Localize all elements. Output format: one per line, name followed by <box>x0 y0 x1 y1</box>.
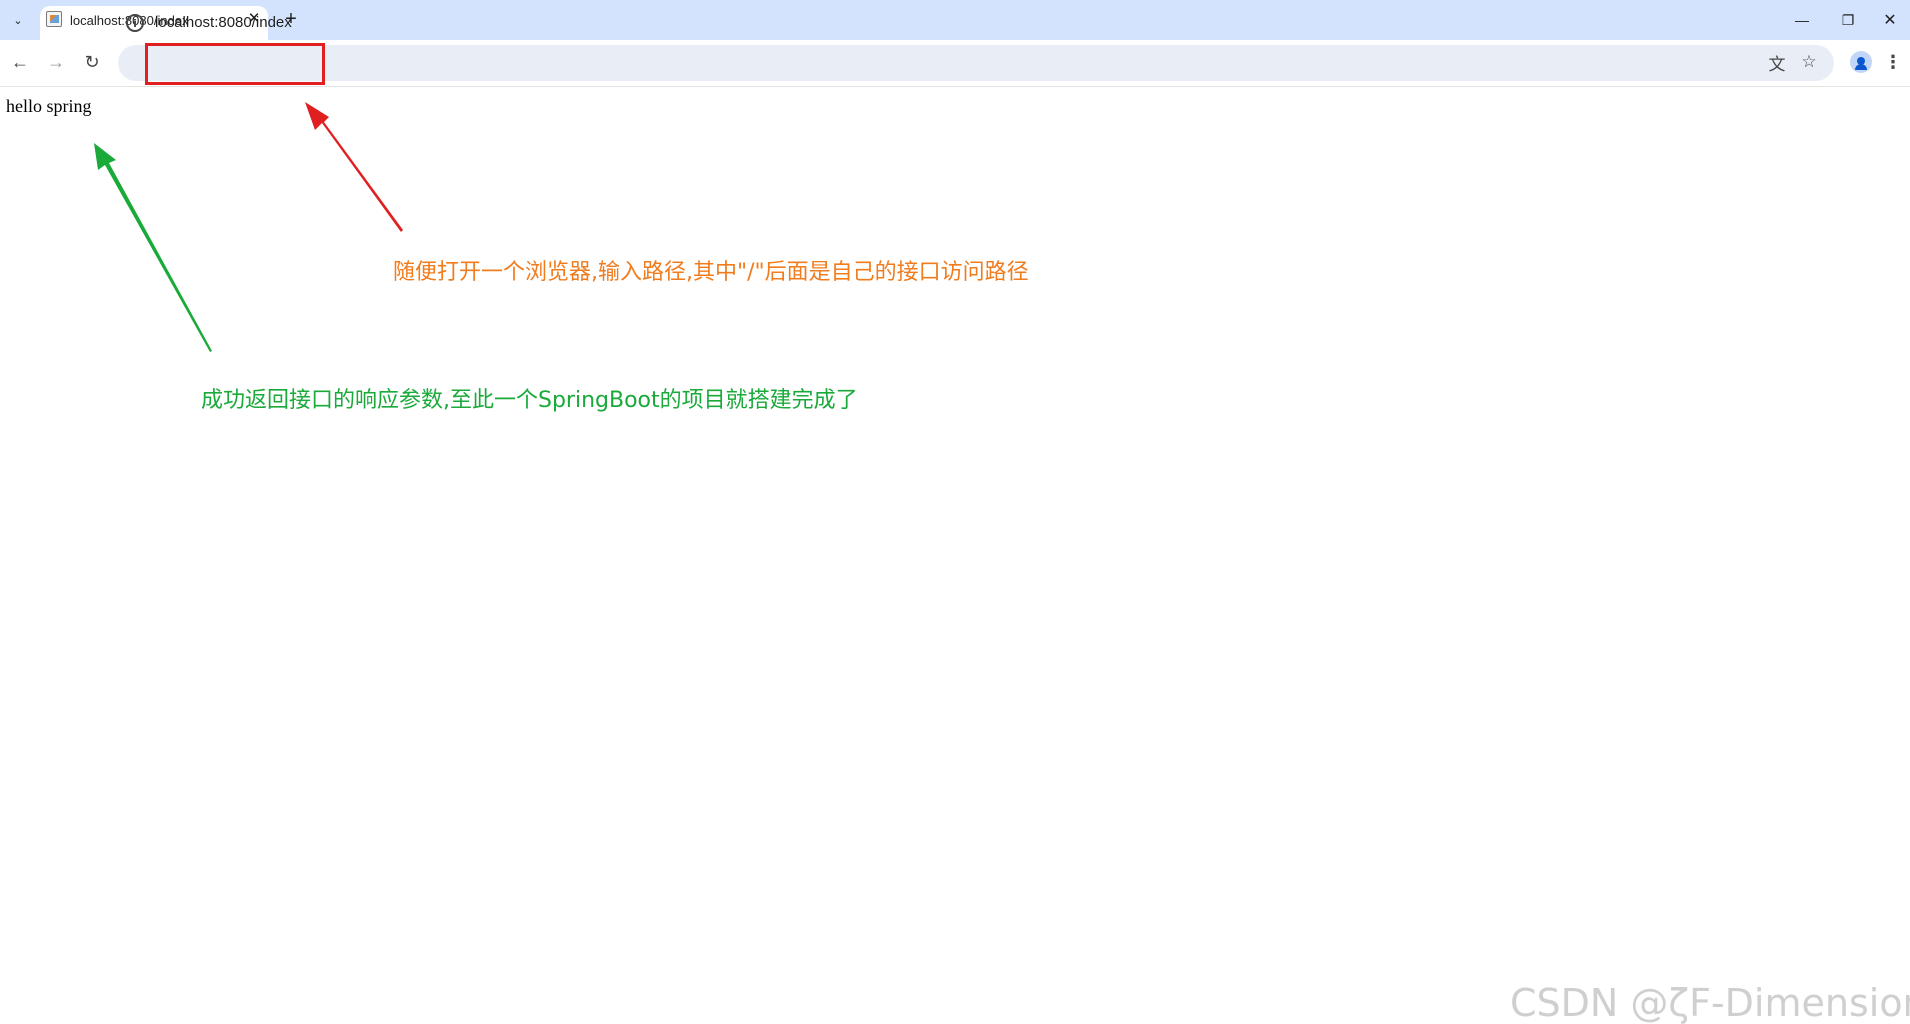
window-restore-button[interactable]: ❐ <box>1828 0 1868 40</box>
window-close-button[interactable]: ✕ <box>1870 0 1910 40</box>
address-bar[interactable] <box>118 45 1834 81</box>
profile-avatar-icon[interactable] <box>1850 51 1872 73</box>
forward-arrow-icon[interactable]: → <box>42 48 70 76</box>
bookmark-star-icon[interactable]: ☆ <box>1797 50 1821 74</box>
browser-window: ⌄ localhost:8080/index ✕ + — ❐ ✕ ← → ↻ 文… <box>0 0 1910 1024</box>
window-minimize-button[interactable]: — <box>1782 0 1822 40</box>
url-highlight-box <box>145 43 325 85</box>
browser-menu-icon[interactable]: ⋮ <box>1884 50 1902 74</box>
csdn-watermark: CSDN @ζF-Dimensionあ <box>1510 981 1910 1024</box>
back-arrow-icon[interactable]: ← <box>6 48 34 76</box>
url-text[interactable]: localhost:8080/index <box>155 14 292 31</box>
annotation-url-hint: 随便打开一个浏览器,输入路径,其中"/"后面是自己的接口访问路径 <box>393 260 1029 285</box>
page-content <box>0 88 1910 1024</box>
page-body-text: hello spring <box>6 96 92 116</box>
annotation-success-hint: 成功返回接口的响应参数,至此一个SpringBoot的项目就搭建完成了 <box>201 388 858 413</box>
tab-search-icon[interactable]: ⌄ <box>8 8 28 32</box>
reload-icon[interactable]: ↻ <box>78 48 106 76</box>
translate-icon[interactable]: 文 <box>1765 50 1789 74</box>
favicon-icon <box>46 11 62 27</box>
site-info-icon[interactable]: i <box>126 14 144 32</box>
